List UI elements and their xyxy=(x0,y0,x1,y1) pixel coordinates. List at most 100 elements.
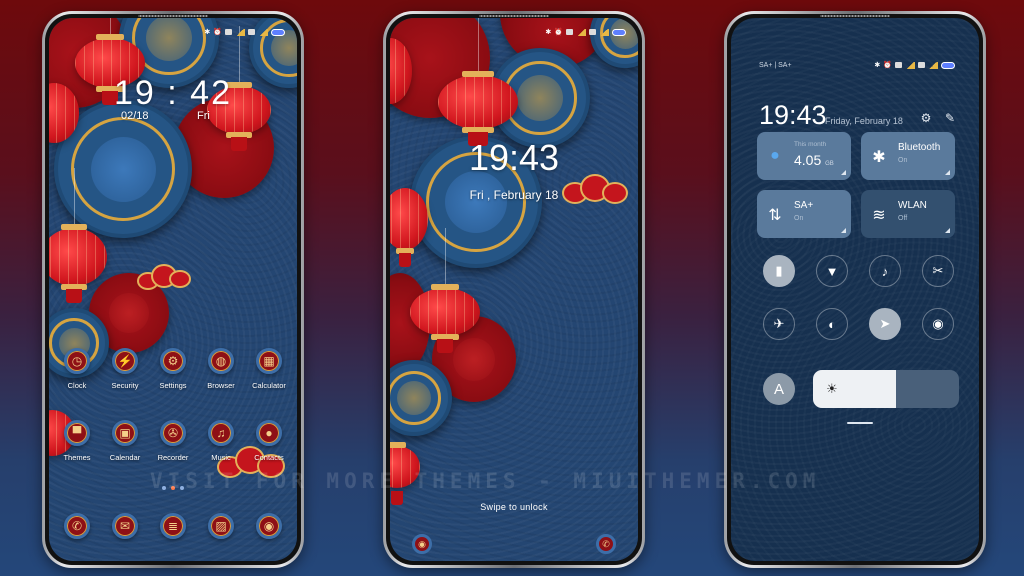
app-label: Settings xyxy=(159,381,187,390)
dock-notes[interactable]: ≣ xyxy=(150,513,196,539)
alarm-icon: ⏰ xyxy=(554,29,563,36)
phone-control-center: SA+ | SA+ ✱ ⏰ 19:43 Friday, February 18 … xyxy=(724,11,986,568)
water-drop-icon: ● xyxy=(770,147,780,164)
clock-widget-date: 02/18 xyxy=(121,110,149,122)
cloud-decoration xyxy=(137,264,195,292)
calendar-icon: ▣ xyxy=(112,420,138,446)
phone-shortcut[interactable]: ✆ xyxy=(596,534,616,554)
music-icon: ♫ xyxy=(208,420,234,446)
data-usage-label: This month xyxy=(794,141,827,148)
tile-title: WLAN xyxy=(898,200,927,211)
clock-widget-time[interactable]: 19 : 42 xyxy=(49,74,297,113)
sim2-icon xyxy=(248,29,255,35)
mobile-data-icon: ⇅ xyxy=(768,207,782,224)
page-dot-active[interactable] xyxy=(171,486,175,490)
settings-gear-icon[interactable]: ⚙ xyxy=(919,111,933,125)
expand-corner-icon xyxy=(841,170,846,175)
page-dot[interactable] xyxy=(162,486,166,490)
edit-icon[interactable]: ✎ xyxy=(943,111,957,125)
toggle-airplane[interactable]: ✈ xyxy=(763,308,795,340)
toggle-reading-mode[interactable]: ◉ xyxy=(922,308,954,340)
sim2-icon xyxy=(589,29,596,35)
control-center: SA+ | SA+ ✱ ⏰ 19:43 Friday, February 18 … xyxy=(731,18,979,561)
signal2-icon xyxy=(599,28,609,36)
toggle-location[interactable]: ➤ xyxy=(869,308,901,340)
tile-state: On xyxy=(794,215,804,222)
data-usage-value: 4.05 GB xyxy=(794,152,834,168)
tile-bluetooth[interactable]: ✱ Bluetooth On xyxy=(861,132,955,180)
app-clock[interactable]: ◷ Clock xyxy=(54,348,100,390)
app-calendar[interactable]: ▣ Calendar xyxy=(102,420,148,462)
bluetooth-icon: ✱ xyxy=(874,62,881,69)
app-grid-row-1: ◷ Clock ⚡ Security ⚙ Settings ◍ Browser ▦ Cal… xyxy=(49,348,297,390)
lock-screen[interactable]: ✱ ⏰ 19:43 Fri , February 18 Swipe to unl… xyxy=(390,18,638,561)
app-recorder[interactable]: ✇ Recorder xyxy=(150,420,196,462)
app-label: Music xyxy=(211,453,231,462)
app-label: Themes xyxy=(63,453,91,462)
toggle-dark-mode[interactable]: ◐ xyxy=(816,308,848,340)
expand-corner-icon xyxy=(841,228,846,233)
drag-handle[interactable] xyxy=(847,422,873,424)
screenshot-icon: ✂ xyxy=(932,263,944,278)
swipe-to-unlock-hint: Swipe to unlock xyxy=(480,502,548,512)
toggle-vibrate[interactable]: ▮ xyxy=(763,255,795,287)
tile-data-usage[interactable]: ● This month 4.05 GB xyxy=(757,132,851,180)
tile-title: SA+ xyxy=(794,200,814,211)
toggle-screenshot[interactable]: ✂ xyxy=(922,255,954,287)
app-contacts[interactable]: ● Contacts xyxy=(246,420,292,462)
wallpaper-tiger-medallion xyxy=(590,18,638,68)
clock-widget-weekday: Fri xyxy=(197,110,210,122)
auto-brightness-button[interactable]: A xyxy=(763,373,795,405)
app-calculator[interactable]: ▦ Calculator xyxy=(246,348,292,390)
lantern-decoration xyxy=(438,18,518,146)
messages-icon: ✉ xyxy=(112,513,138,539)
tile-mobile-data[interactable]: ⇅ SA+ On xyxy=(757,190,851,238)
lantern-decoration xyxy=(390,38,412,104)
app-label: Security xyxy=(111,381,139,390)
globe-icon: ◍ xyxy=(208,348,234,374)
recorder-icon: ✇ xyxy=(160,420,186,446)
phone-lock-screen: ✱ ⏰ 19:43 Fri , February 18 Swipe to unl… xyxy=(383,11,645,568)
dock-gallery[interactable]: ▨ xyxy=(198,513,244,539)
bluetooth-icon: ✱ xyxy=(872,149,886,166)
app-grid-row-2: ▀ Themes ▣ Calendar ✇ Recorder ♫ Music ● Cont… xyxy=(49,420,297,462)
shirt-icon: ▀ xyxy=(64,420,90,446)
vibrate-icon: ▮ xyxy=(775,263,783,278)
toggle-sound[interactable]: ♪ xyxy=(869,255,901,287)
app-security[interactable]: ⚡ Security xyxy=(102,348,148,390)
lock-date: Fri , February 18 xyxy=(469,188,559,202)
flashlight-icon: ▼ xyxy=(825,263,839,279)
dock-camera[interactable]: ◉ xyxy=(246,513,292,539)
eye-icon: ◉ xyxy=(932,316,944,331)
dock-phone[interactable]: ✆ xyxy=(54,513,100,539)
page-dot[interactable] xyxy=(180,486,184,490)
status-bar: ✱ ⏰ xyxy=(545,28,626,36)
alarm-icon: ⏰ xyxy=(883,62,892,69)
app-label: Calendar xyxy=(109,453,141,462)
app-settings[interactable]: ⚙ Settings xyxy=(150,348,196,390)
lantern-decoration xyxy=(410,228,480,353)
brightness-slider[interactable]: ☀ xyxy=(813,370,959,408)
app-label: Recorder xyxy=(157,453,189,462)
expand-corner-icon xyxy=(945,228,950,233)
app-label: Clock xyxy=(67,381,87,390)
toggle-flashlight[interactable]: ▼ xyxy=(816,255,848,287)
tile-wlan[interactable]: ≋ WLAN Off xyxy=(861,190,955,238)
app-browser[interactable]: ◍ Browser xyxy=(198,348,244,390)
lantern-decoration xyxy=(49,168,107,303)
app-themes[interactable]: ▀ Themes xyxy=(54,420,100,462)
battery-icon xyxy=(271,28,285,36)
location-icon: ➤ xyxy=(879,316,891,331)
speaker-grille xyxy=(138,15,208,17)
dock-messages[interactable]: ✉ xyxy=(102,513,148,539)
tile-state: Off xyxy=(898,215,908,222)
status-bar: ✱ ⏰ xyxy=(874,61,955,69)
camera-shortcut[interactable]: ◉ xyxy=(412,534,432,554)
cc-date: Friday, February 18 xyxy=(825,116,903,126)
page-indicator[interactable] xyxy=(49,486,297,490)
lantern-decoration xyxy=(390,442,420,505)
speaker-grille xyxy=(820,15,890,17)
app-label: Calculator xyxy=(252,381,286,390)
signal1-icon xyxy=(235,28,245,36)
app-music[interactable]: ♫ Music xyxy=(198,420,244,462)
